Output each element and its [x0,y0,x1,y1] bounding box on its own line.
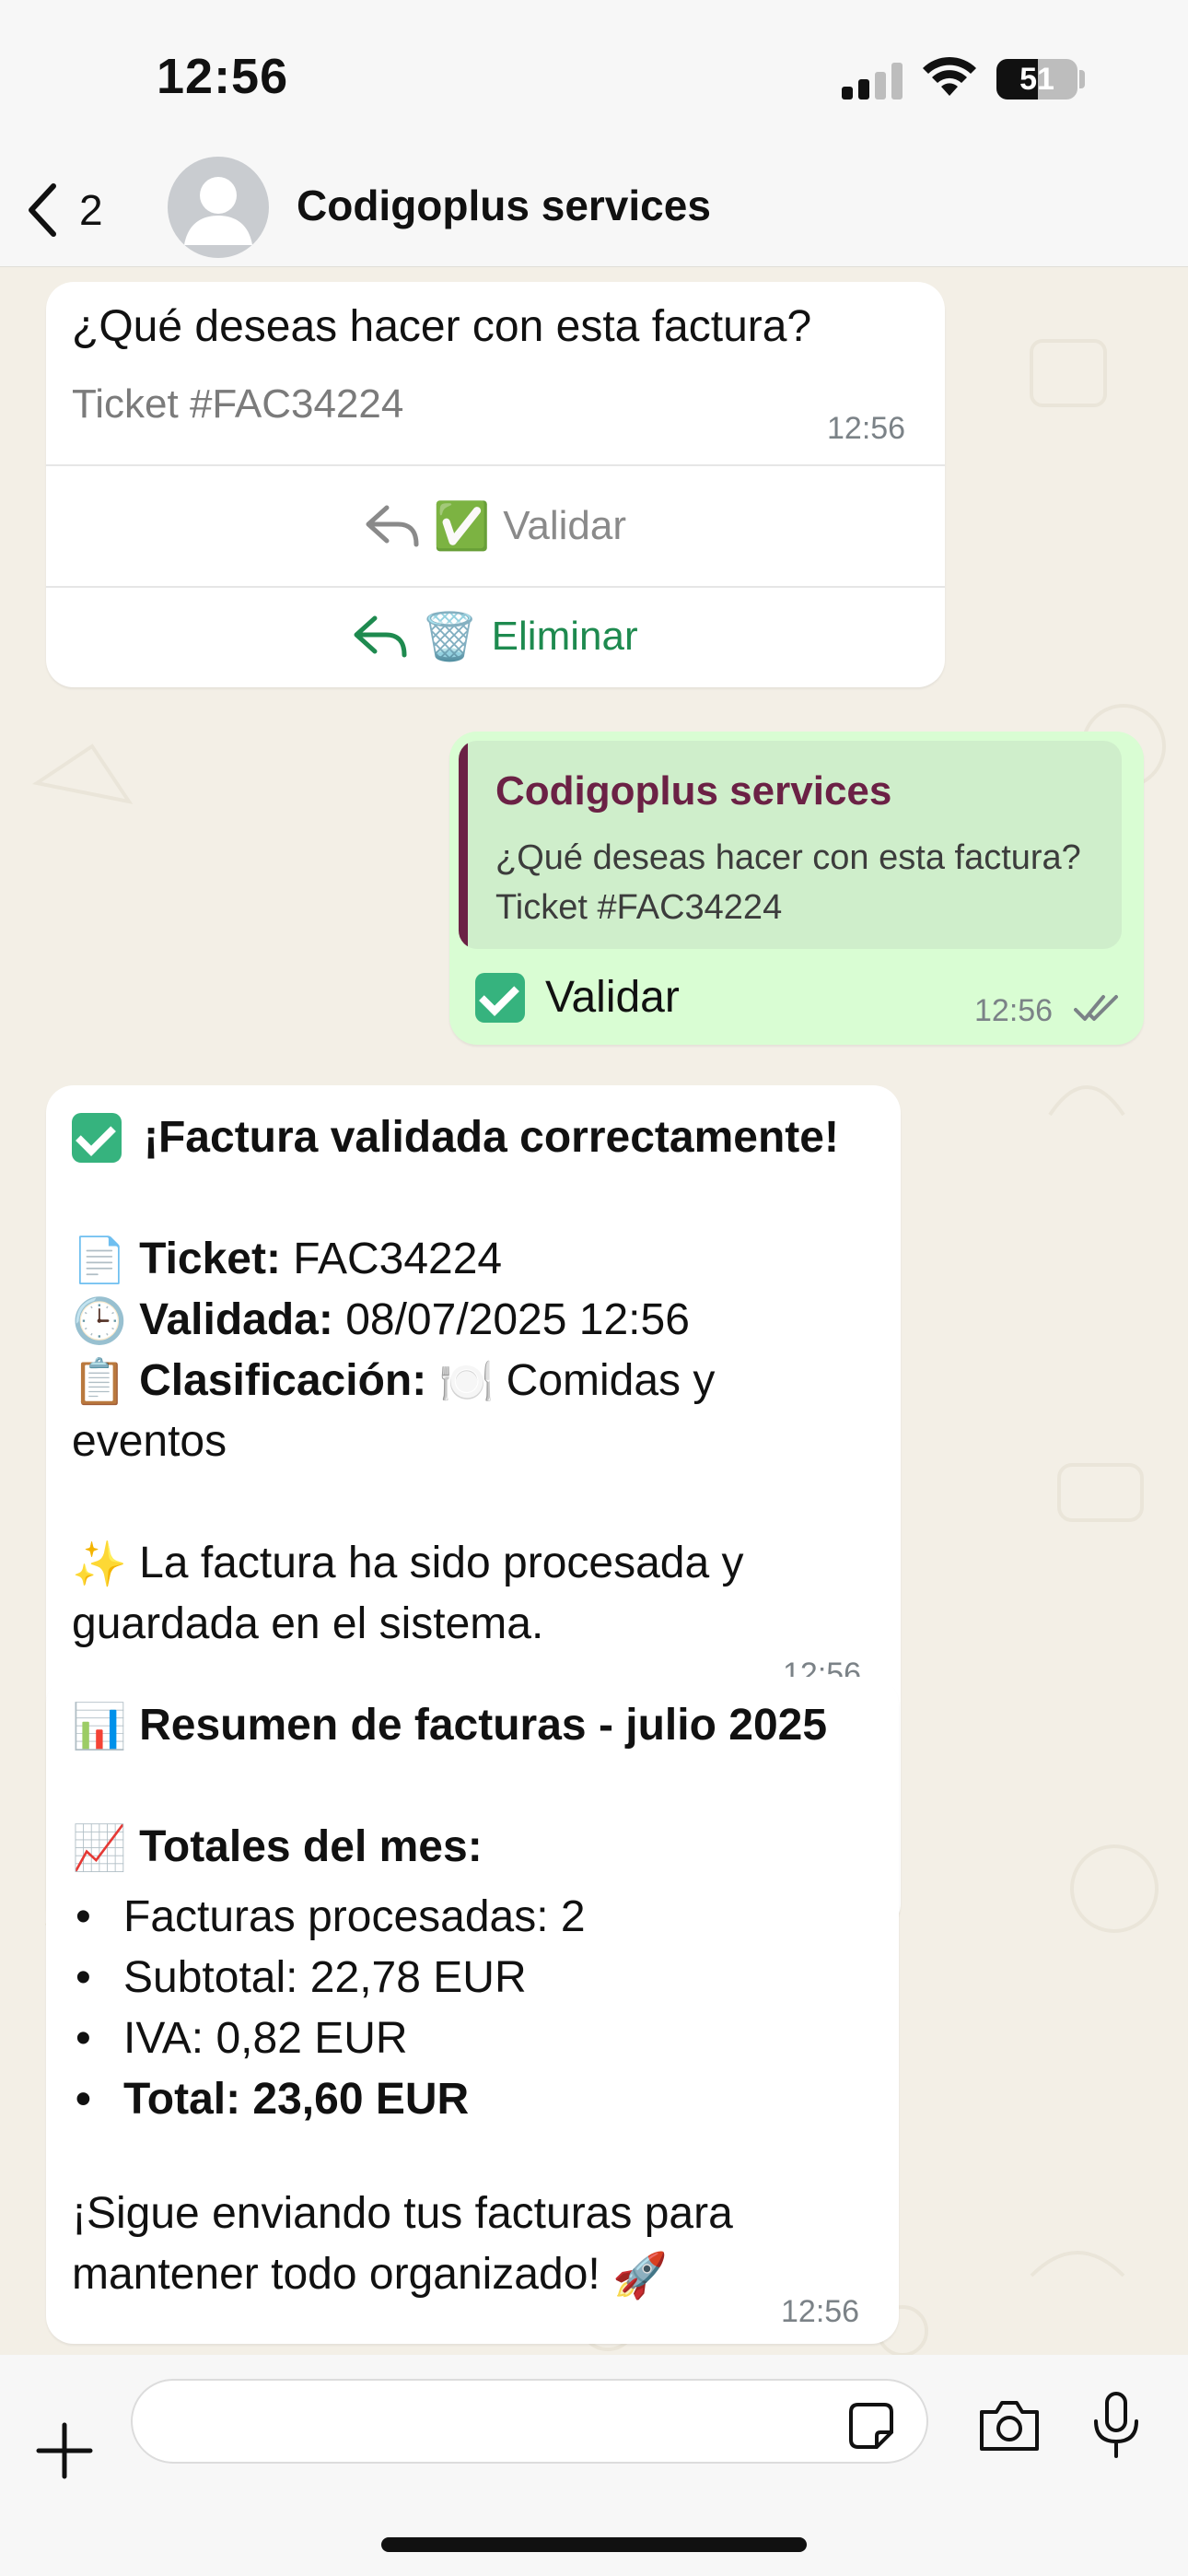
message-input[interactable] [131,2379,928,2464]
bar-chart-icon: 📊 [72,1703,127,1752]
message-time: 12:56 [781,2294,860,2329]
sticker-icon[interactable] [844,2399,899,2454]
summary-footer-1: ¡Sigue enviando tus facturas para [72,2189,733,2238]
delete-label: Eliminar [491,614,638,659]
home-indicator[interactable] [381,2537,807,2552]
quote-line-2: Ticket #FAC34224 [495,888,783,927]
validated-value: 08/07/2025 12:56 [345,1295,690,1344]
validate-button[interactable]: ✅ Validar [46,466,945,586]
classification-label: Clasificación: [139,1356,427,1405]
plate-icon: 🍽️ [438,1358,495,1408]
classification-value: Comidas y [506,1356,716,1405]
note-row: ✨ La factura ha sido procesada y [72,1533,744,1596]
chat-area[interactable]: ¿Qué deseas hacer con esta factura? Tick… [0,267,1188,2355]
summary-title-row: 📊 Resumen de facturas - julio 2025 [72,1695,827,1758]
message-options: ¿Qué deseas hacer con esta factura? Tick… [46,282,945,687]
message-time: 12:56 [827,411,906,446]
check-emoji: ✅ [433,499,491,552]
reply-icon [354,615,407,658]
summary-footer-2: mantener todo organizado! [72,2250,600,2299]
delete-button[interactable]: 🗑️ Eliminar [46,577,945,697]
message-reply-outgoing: Codigoplus services ¿Qué deseas hacer co… [449,732,1144,1045]
status-time: 12:56 [157,49,289,104]
totals-title: Totales del mes: [139,1822,483,1871]
classification-row: 📋 Clasificación: 🍽️ Comidas y [72,1351,715,1413]
list-item: Facturas procesadas: 2 [76,1887,586,1948]
camera-icon[interactable] [976,2395,1042,2454]
reply-text-row: Validar [475,967,680,1028]
note-line-1: La factura ha sido procesada y [139,1539,744,1587]
list-item: IVA: 0,82 EUR [76,2008,586,2069]
double-check-icon [1074,995,1118,1021]
cellular-signal-icon [842,63,903,100]
message-text: ¿Qué deseas hacer con esta factura? [72,302,812,351]
document-icon: 📄 [72,1236,127,1286]
list-item: Subtotal: 22,78 EUR [76,1948,586,2008]
message-summary: 📊 Resumen de facturas - julio 2025 📈 Tot… [46,1677,899,2344]
check-emoji [475,973,525,1023]
battery-tip [1079,70,1085,88]
rocket-icon: 🚀 [612,2252,668,2301]
ticket-row: 📄 Ticket: FAC34224 [72,1229,502,1292]
chevron-left-icon [29,183,56,237]
trash-emoji: 🗑️ [421,610,479,662]
message-time: 12:56 [974,993,1054,1028]
validated-title: ¡Factura validada correctamente! [144,1113,839,1162]
totals-title-row: 📈 Totales del mes: [72,1817,483,1879]
list-item: Total: 23,60 EUR [76,2069,586,2130]
battery-icon: 51 [996,59,1077,100]
ticket-label: Ticket: [139,1235,281,1283]
quote-line-1: ¿Qué deseas hacer con esta factura? [495,838,1081,877]
quoted-message[interactable]: Codigoplus services ¿Qué deseas hacer co… [459,741,1122,949]
ticket-value: FAC34224 [293,1235,503,1283]
validated-label: Validada: [139,1295,333,1344]
reply-text: Validar [545,973,680,1022]
quote-author: Codigoplus services [495,768,892,814]
clipboard-icon: 📋 [72,1358,127,1408]
check-emoji [72,1113,122,1163]
status-bar: 12:56 51 [0,0,1188,157]
classification-value-cont: eventos [72,1417,227,1466]
person-icon [184,177,252,245]
chat-header: 2 Codigoplus services [0,157,1188,267]
unread-count: 2 [79,186,103,234]
microphone-icon[interactable] [1089,2390,1144,2460]
note-line-2: guardada en el sistema. [72,1599,544,1648]
clock-icon: 🕒 [72,1297,127,1347]
trend-up-icon: 📈 [72,1824,127,1874]
wifi-icon [923,56,976,96]
summary-footer-row: mantener todo organizado! 🚀 [72,2244,668,2307]
validated-title-row: ¡Factura validada correctamente! [72,1107,839,1168]
sparkles-icon: ✨ [72,1540,127,1590]
contact-name[interactable]: Codigoplus services [297,181,711,230]
validate-label: Validar [503,503,626,548]
validated-row: 🕒 Validada: 08/07/2025 12:56 [72,1290,690,1352]
plus-icon[interactable] [35,2421,94,2480]
message-subtext: Ticket #FAC34224 [72,381,404,427]
avatar[interactable] [168,157,269,258]
quote-bar [459,741,468,949]
back-button[interactable]: 2 [26,173,136,247]
battery-level: 51 [1019,62,1054,97]
summary-title: Resumen de facturas - julio 2025 [139,1701,828,1750]
reply-icon [366,505,419,547]
totals-list: Facturas procesadas: 2 Subtotal: 22,78 E… [76,1887,586,2130]
